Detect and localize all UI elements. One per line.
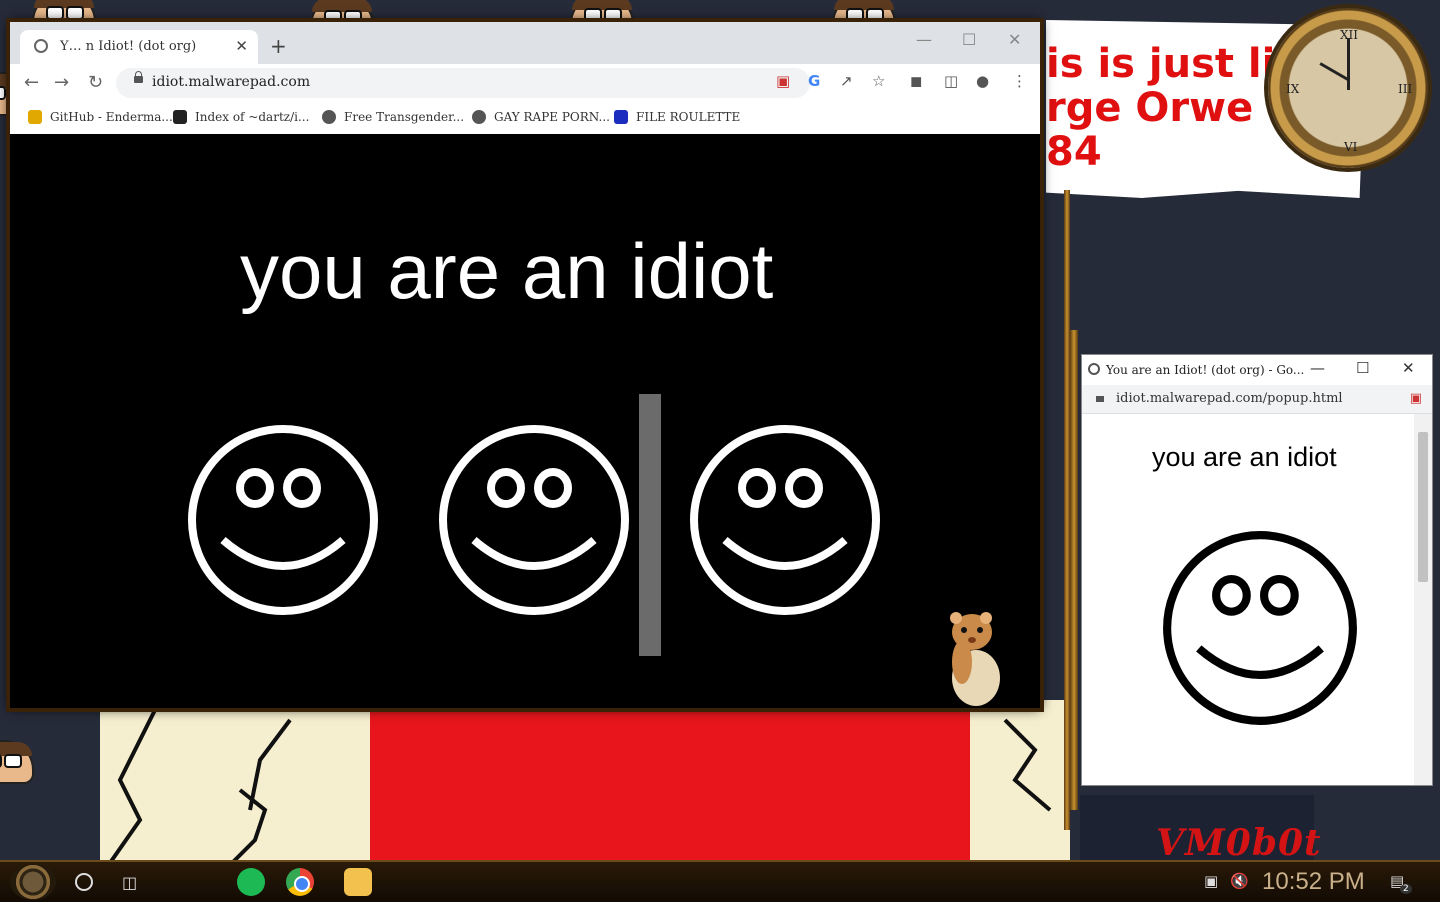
gray-bar: [639, 394, 661, 656]
back-arrow-icon[interactable]: ←: [24, 72, 39, 93]
bookmark-free-transgender[interactable]: Free Transgender...: [322, 110, 464, 124]
volume-muted-icon[interactable]: 🔇: [1230, 872, 1249, 890]
blocked-popup-icon[interactable]: ▣: [776, 72, 790, 90]
address-url: idiot.malwarepad.com: [152, 74, 311, 90]
smiley-face-icon: [439, 425, 629, 615]
minimize-button[interactable]: —: [916, 30, 932, 49]
popup-maximize-button[interactable]: ☐: [1356, 359, 1369, 377]
page-content: you are an idiot: [10, 134, 1040, 708]
note-line-2: rge Orwe: [1046, 85, 1254, 131]
network-icon[interactable]: ▣: [1204, 872, 1218, 890]
chrome-app-icon[interactable]: [286, 868, 314, 896]
taskbar: ◫ ▣ 🔇 10:52 PM ▤ 2: [0, 860, 1440, 902]
bookmark-index-of[interactable]: Index of ~dartz/i...: [173, 110, 309, 124]
cartoon-head-icon: [0, 740, 34, 784]
file-explorer-icon[interactable]: [344, 868, 372, 896]
share-icon[interactable]: ↗: [840, 72, 853, 90]
google-icon[interactable]: G: [808, 72, 820, 90]
menu-kebab-icon[interactable]: ⋮: [1012, 72, 1027, 90]
popup-content: you are an idiot: [1082, 414, 1414, 785]
steampunk-clock-icon: XII III VI IX: [1268, 8, 1428, 168]
spotify-app-icon[interactable]: [237, 868, 265, 896]
bookmark-star-icon[interactable]: ☆: [872, 72, 885, 90]
popup-close-button[interactable]: ✕: [1402, 359, 1415, 377]
popup-address-url: idiot.malwarepad.com/popup.html: [1116, 391, 1343, 406]
close-window-button[interactable]: ✕: [1008, 30, 1021, 49]
scrollbar-thumb[interactable]: [1418, 432, 1428, 582]
lock-icon: [1096, 396, 1104, 402]
steampunk-pipe: [1070, 330, 1078, 810]
tab-title: Y… n Idiot! (dot org): [60, 39, 197, 54]
page-headline: you are an idiot: [240, 227, 774, 315]
lock-icon[interactable]: [134, 71, 143, 83]
browser-tab[interactable]: Y… n Idiot! (dot org) ✕: [20, 30, 258, 64]
new-tab-button[interactable]: +: [270, 34, 287, 58]
bookmark-gay-rape-porn[interactable]: GAY RAPE PORN...: [472, 110, 610, 124]
side-panel-icon[interactable]: ◫: [944, 72, 958, 90]
bookmarks-bar: GitHub - Enderma... Index of ~dartz/i...…: [10, 102, 1040, 135]
popup-window: You are an Idiot! (dot org) - Go... — ☐ …: [1082, 355, 1432, 785]
start-button[interactable]: [10, 864, 56, 900]
forward-arrow-icon[interactable]: →: [54, 72, 69, 93]
popup-title: You are an Idiot! (dot org) - Go...: [1106, 363, 1305, 377]
note-line-1: is is just li: [1046, 41, 1276, 87]
note-line-3: 84: [1046, 129, 1102, 175]
smiley-face-icon: [690, 425, 880, 615]
popup-headline: you are an idiot: [1152, 442, 1337, 472]
extensions-icon[interactable]: ◼: [910, 72, 922, 90]
popup-address-bar[interactable]: idiot.malwarepad.com/popup.html ▣: [1082, 385, 1432, 414]
task-view-icon[interactable]: ◫: [122, 873, 137, 892]
hamster-icon: [950, 612, 1000, 706]
close-tab-icon[interactable]: ✕: [235, 37, 248, 55]
popup-minimize-button[interactable]: —: [1310, 359, 1325, 377]
bookmark-file-roulette[interactable]: FILE ROULETTE: [614, 110, 740, 124]
search-icon[interactable]: [75, 873, 93, 891]
popup-titlebar: You are an Idiot! (dot org) - Go... — ☐ …: [1082, 355, 1432, 385]
wallpaper-cracks: [103, 700, 1052, 870]
browser-window: Y… n Idiot! (dot org) ✕ + — ☐ ✕ ← → ↻ id…: [10, 22, 1040, 708]
maximize-button[interactable]: ☐: [962, 30, 976, 49]
clock-time[interactable]: 10:52 PM: [1262, 868, 1365, 896]
bookmark-github[interactable]: GitHub - Enderma...: [28, 110, 173, 124]
globe-icon: [1088, 363, 1100, 375]
browser-toolbar: ← → ↻ idiot.malwarepad.com ▣ G ↗ ☆ ◼ ◫ ●…: [10, 64, 1040, 102]
popup-scrollbar[interactable]: [1414, 414, 1432, 785]
blocked-popup-icon[interactable]: ▣: [1410, 391, 1422, 406]
profile-avatar-icon[interactable]: ●: [976, 72, 989, 90]
notification-count-badge: 2: [1400, 884, 1412, 894]
vm-label: VM0b0t: [1156, 822, 1322, 864]
smiley-face-icon: [188, 425, 378, 615]
address-bar[interactable]: idiot.malwarepad.com: [116, 68, 810, 98]
tab-strip: Y… n Idiot! (dot org) ✕ + — ☐ ✕: [10, 22, 1040, 64]
reload-icon[interactable]: ↻: [88, 72, 103, 93]
globe-icon: [34, 39, 48, 53]
smiley-face-icon: [1163, 531, 1357, 725]
